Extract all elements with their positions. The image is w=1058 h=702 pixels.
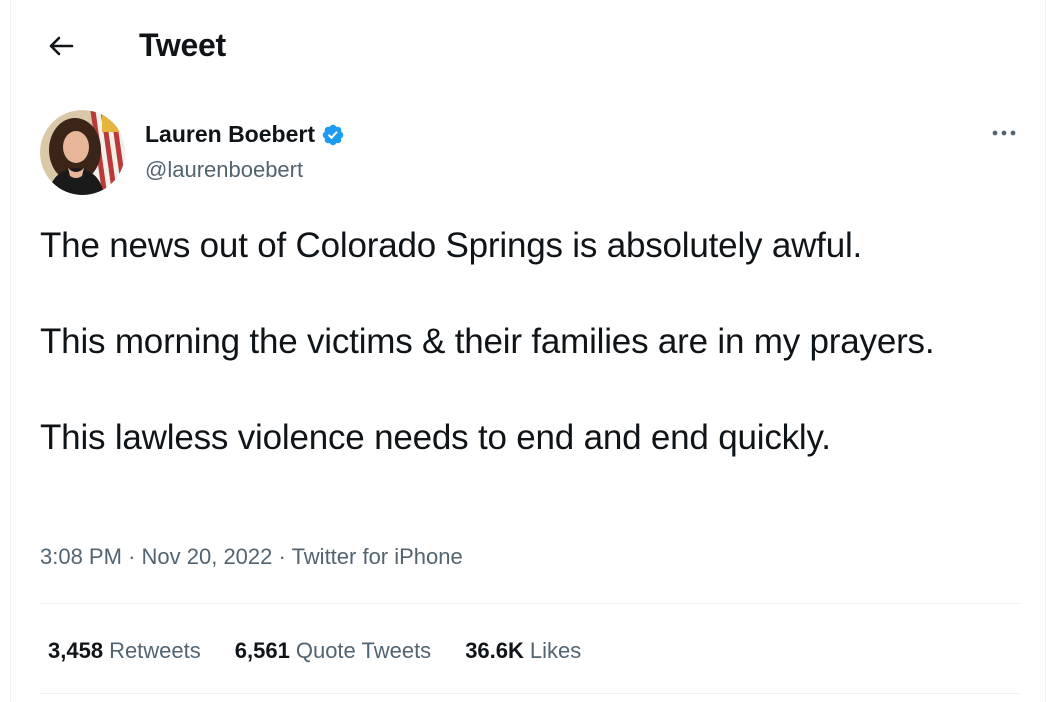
divider [40,693,1021,694]
avatar[interactable] [40,110,125,195]
author-handle[interactable]: @laurenboebert [145,157,303,183]
tweet-paragraph: The news out of Colorado Springs is abso… [40,226,863,265]
retweets-count: 3,458 [48,638,104,663]
avatar-image [40,110,125,195]
tweet-detail-page: Tweet Lauren Boebert @laurenboebert The … [10,0,1046,702]
page-title: Tweet [139,27,226,63]
more-options-button[interactable] [987,118,1021,148]
more-horizontal-icon [992,130,1016,136]
engagement-stats: 3,458 Retweets 6,561 Quote Tweets 36.6K Lik… [48,638,581,664]
author-name-text: Lauren Boebert [145,121,315,147]
retweets-label: Retweets [109,638,201,663]
quote-tweets-label: Quote Tweets [295,638,432,663]
likes-label: Likes [529,638,582,663]
verified-badge-icon [322,124,344,145]
divider [40,603,1021,604]
tweet-source[interactable]: Twitter for iPhone [292,544,463,569]
tweet-date[interactable]: Nov 20, 2022 [142,544,273,569]
tweet-time[interactable]: 3:08 PM [40,544,122,569]
quote-tweets-count: 6,561 [234,638,290,663]
arrow-left-icon [49,36,74,56]
likes-stat[interactable]: 36.6K Likes [465,638,581,664]
tweet-paragraph: This morning the victims & their familie… [40,322,935,361]
tweet-text: The news out of Colorado Springs is abso… [40,222,1020,462]
retweets-stat[interactable]: 3,458 Retweets [48,638,201,664]
author-name[interactable]: Lauren Boebert [145,121,345,148]
meta-separator: · [278,544,286,569]
tweet-metadata: 3:08 PM · Nov 20, 2022 · Twitter for iPh… [40,544,463,570]
meta-separator: · [128,544,136,569]
tweet-paragraph: This lawless violence needs to end and e… [40,418,831,457]
back-button[interactable] [41,26,81,66]
likes-count: 36.6K [465,638,524,663]
page-header: Tweet [11,0,1045,90]
quote-tweets-stat[interactable]: 6,561 Quote Tweets [235,638,431,664]
